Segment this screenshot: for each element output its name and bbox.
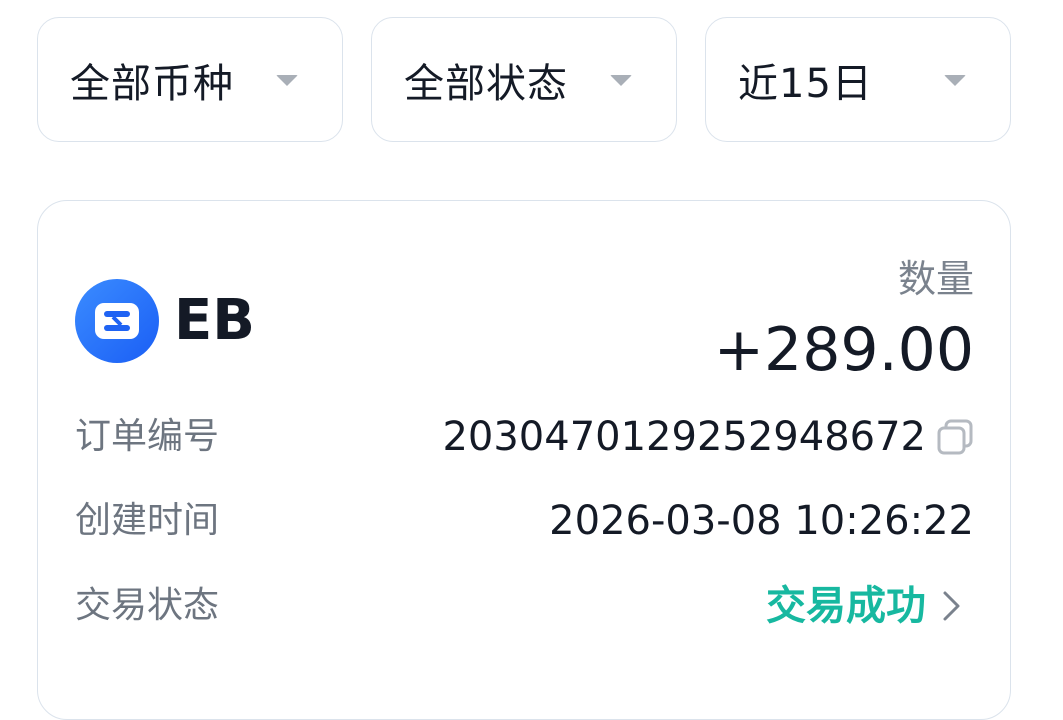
status-filter-dropdown[interactable]: 全部状态	[371, 17, 677, 142]
created-time-value: 2026-03-08 10:26:22	[549, 498, 974, 544]
transaction-card[interactable]: EB 数量 +289.00 订单编号 2030470129252948672 创…	[37, 200, 1011, 720]
copy-icon[interactable]	[936, 418, 974, 456]
coin-name: EB	[174, 288, 255, 353]
caret-down-icon	[610, 75, 632, 86]
trade-status-label: 交易状态	[75, 585, 220, 626]
filter-bar: 全部币种 全部状态 近15日	[37, 17, 1011, 142]
currency-filter-label: 全部币种	[70, 60, 234, 107]
order-number-label: 订单编号	[75, 416, 220, 457]
status-filter-label: 全部状态	[404, 60, 568, 107]
caret-down-icon	[944, 75, 966, 86]
chevron-right-icon[interactable]	[940, 589, 964, 623]
eb-coin-logo	[75, 279, 159, 363]
period-filter-label: 近15日	[738, 60, 873, 107]
trade-status-value[interactable]: 交易成功	[766, 581, 926, 631]
quantity-value: +289.00	[713, 315, 974, 385]
created-time-label: 创建时间	[75, 500, 220, 541]
quantity-label: 数量	[897, 257, 974, 301]
currency-filter-dropdown[interactable]: 全部币种	[37, 17, 343, 142]
caret-down-icon	[276, 75, 298, 86]
order-number-value: 2030470129252948672	[442, 414, 926, 460]
period-filter-dropdown[interactable]: 近15日	[705, 17, 1011, 142]
